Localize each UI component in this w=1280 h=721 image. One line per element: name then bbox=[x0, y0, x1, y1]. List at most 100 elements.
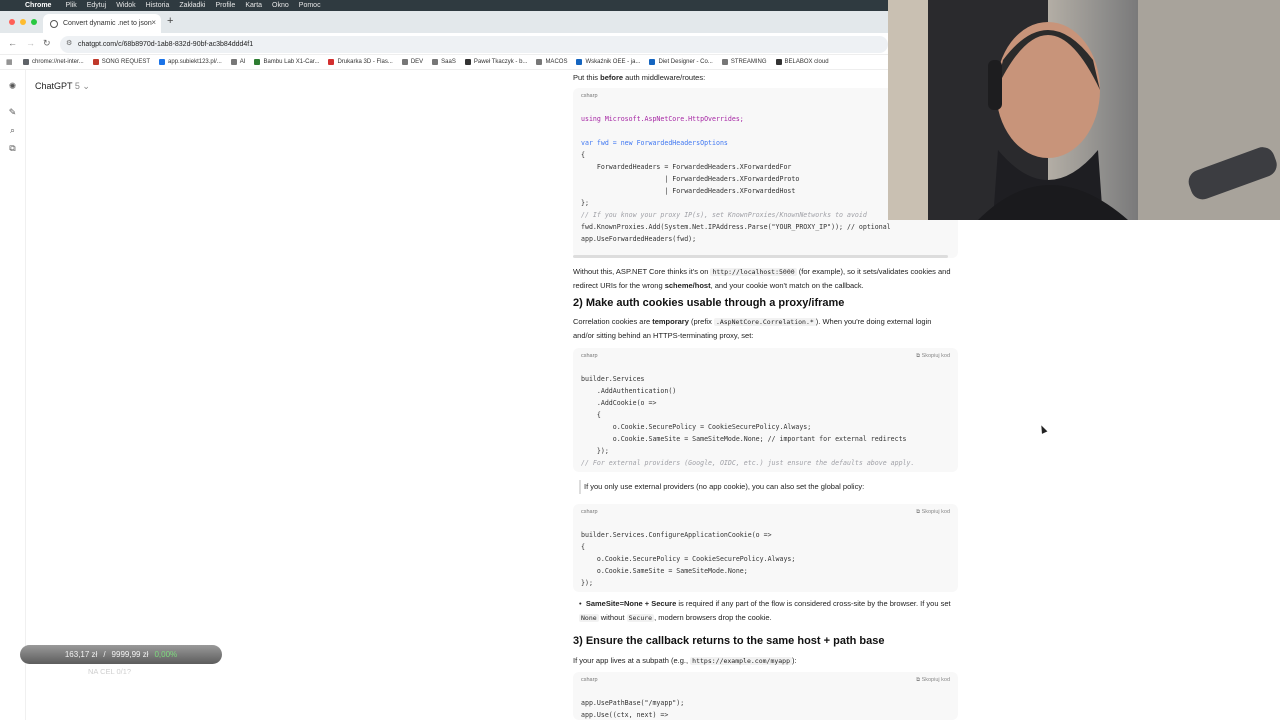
model-selector[interactable]: ChatGPT 5 ⌄ bbox=[35, 81, 90, 92]
horizontal-scrollbar[interactable] bbox=[573, 255, 948, 258]
code-content[interactable]: using Microsoft.AspNetCore.HttpOverrides… bbox=[581, 113, 891, 245]
openai-logo-icon[interactable]: ✺ bbox=[7, 81, 18, 92]
bookmark-icon bbox=[254, 59, 261, 65]
new-chat-icon[interactable]: ✎ bbox=[7, 107, 18, 118]
inline-code: http://localhost:5000 bbox=[710, 268, 797, 276]
back-icon[interactable]: ← bbox=[8, 38, 17, 48]
bookmark-item[interactable]: SONG REQUEST bbox=[92, 59, 151, 65]
bookmark-item[interactable]: chrome://net-inter... bbox=[23, 59, 84, 65]
bookmark-item[interactable]: app.subiekt123.pl/... bbox=[159, 59, 222, 65]
goal-caption: NA CEL 0/1? bbox=[88, 667, 132, 676]
inline-code: https://example.com/myapp bbox=[690, 657, 793, 665]
text-span: is required if any part of the flow is c… bbox=[678, 599, 951, 608]
inline-code: None bbox=[579, 614, 599, 622]
bookmark-label: Wskaźnik OEE - ja... bbox=[585, 59, 641, 65]
code-content[interactable]: app.UsePathBase("/myapp"); app.Use((ctx,… bbox=[581, 697, 684, 721]
new-tab-icon[interactable]: + bbox=[167, 15, 173, 27]
bookmark-icon bbox=[649, 59, 656, 65]
goal-current-amount: 163,17 zł bbox=[64, 650, 98, 659]
url-text: chatgpt.com/c/68b8970d-1ab8-832d-90bf-ac… bbox=[78, 41, 254, 48]
code-language-label: csharp bbox=[581, 93, 598, 99]
message-paragraph: If your app lives at a subpath (e.g., ht… bbox=[573, 654, 953, 668]
bookmark-folder[interactable]: MACOS bbox=[536, 59, 567, 65]
bookmark-item[interactable]: Drukarka 3D - Flas... bbox=[328, 59, 393, 65]
bookmark-icon bbox=[576, 59, 583, 65]
text-span: without bbox=[600, 613, 625, 622]
chatgpt-favicon-icon bbox=[50, 19, 58, 28]
bookmarks-bar: ▦ chrome://net-inter... SONG REQUEST app… bbox=[0, 55, 888, 70]
bookmark-label: Drukarka 3D - Flas... bbox=[337, 59, 393, 65]
copy-code-button[interactable]: ⧉ Skopiuj kod bbox=[916, 353, 950, 360]
menu-pomoc[interactable]: Pomoc bbox=[299, 2, 321, 9]
menu-plik[interactable]: Plik bbox=[65, 2, 76, 9]
close-tab-icon[interactable]: × bbox=[151, 18, 156, 27]
browser-tab[interactable]: Convert dynamic .net to json × bbox=[43, 14, 161, 33]
bookmark-item[interactable]: Paweł Tkaczyk - b... bbox=[464, 59, 527, 65]
bookmark-label: BELABOX cloud bbox=[784, 59, 829, 65]
menu-app-name[interactable]: Chrome bbox=[25, 2, 51, 9]
site-info-icon[interactable]: ⚙ bbox=[66, 39, 72, 47]
bookmark-folder[interactable]: SaaS bbox=[432, 59, 456, 65]
library-icon[interactable]: ⧉ bbox=[7, 143, 18, 154]
menu-karta[interactable]: Karta bbox=[245, 2, 262, 9]
menu-profile[interactable]: Profile bbox=[215, 2, 235, 9]
inline-code: Secure bbox=[626, 614, 655, 622]
menu-historia[interactable]: Historia bbox=[146, 2, 170, 9]
code-block: csharp ⧉ Skopiuj kod builder.Services.Co… bbox=[573, 504, 958, 592]
text-span: Correlation cookies are bbox=[573, 317, 651, 326]
apps-grid-icon[interactable]: ▦ bbox=[6, 58, 16, 66]
code-language-label: csharp bbox=[581, 677, 598, 683]
folder-icon bbox=[432, 59, 439, 65]
copy-code-button[interactable]: ⧉ Skopiuj kod bbox=[916, 509, 950, 516]
url-field[interactable]: ⚙ chatgpt.com/c/68b8970d-1ab8-832d-90bf-… bbox=[60, 36, 888, 53]
text-span: auth middleware/routes: bbox=[625, 73, 706, 82]
text-span: Without this, ASP.NET Core thinks it's o… bbox=[573, 267, 709, 276]
reload-icon[interactable]: ↻ bbox=[43, 38, 51, 49]
zoom-window-button[interactable] bbox=[31, 19, 37, 25]
code-language-label: csharp bbox=[581, 509, 598, 515]
code-content[interactable]: builder.Services .AddAuthentication() .A… bbox=[581, 373, 914, 469]
menu-zakladki[interactable]: Zakładki bbox=[179, 2, 205, 9]
model-version: 5 bbox=[74, 81, 80, 91]
chevron-down-icon: ⌄ bbox=[82, 81, 90, 91]
blockquote-text: If you only use external providers (no a… bbox=[584, 482, 865, 491]
bookmark-item[interactable]: BELABOX cloud bbox=[775, 59, 829, 65]
menu-edytuj[interactable]: Edytuj bbox=[87, 2, 106, 9]
text-span: (prefix bbox=[691, 317, 712, 326]
text-span: ): bbox=[792, 656, 797, 665]
copy-code-label: Skopiuj kod bbox=[921, 677, 950, 683]
bookmark-item[interactable]: Diet Designer - Co... bbox=[649, 59, 713, 65]
bookmark-icon bbox=[775, 59, 782, 65]
bookmark-label: app.subiekt123.pl/... bbox=[168, 59, 222, 65]
copy-code-label: Skopiuj kod bbox=[921, 353, 950, 359]
bookmark-folder[interactable]: AI bbox=[230, 59, 246, 65]
bookmark-folder[interactable]: STREAMING bbox=[721, 59, 767, 65]
bookmark-label: chrome://net-inter... bbox=[32, 59, 84, 65]
bookmark-label: Bambu Lab X1-Car... bbox=[263, 59, 320, 65]
section-heading: 3) Ensure the callback returns to the sa… bbox=[573, 635, 885, 647]
bookmark-item[interactable]: Wskaźnik OEE - ja... bbox=[576, 59, 640, 65]
bookmark-label: STREAMING bbox=[730, 59, 767, 65]
minimize-window-button[interactable] bbox=[20, 19, 26, 25]
tab-title: Convert dynamic .net to json bbox=[63, 20, 152, 27]
menu-widok[interactable]: Widok bbox=[116, 2, 135, 9]
inline-code: .AspNetCore.Correlation.* bbox=[713, 318, 816, 326]
text-span: Put this bbox=[573, 73, 599, 82]
folder-icon bbox=[401, 59, 408, 65]
bookmark-label: SONG REQUEST bbox=[101, 59, 151, 65]
folder-icon bbox=[536, 59, 543, 65]
bookmark-folder[interactable]: DEV bbox=[401, 59, 423, 65]
goal-separator: / bbox=[103, 650, 106, 659]
text-span: , and your cookie won't match on the cal… bbox=[710, 281, 864, 290]
forward-icon[interactable]: → bbox=[26, 38, 35, 48]
bookmark-label: AI bbox=[239, 59, 246, 65]
bookmark-item[interactable]: Bambu Lab X1-Car... bbox=[254, 59, 319, 65]
code-content[interactable]: builder.Services.ConfigureApplicationCoo… bbox=[581, 529, 795, 589]
close-window-button[interactable] bbox=[9, 19, 15, 25]
bookmark-label: MACOS bbox=[545, 59, 568, 65]
code-block: csharp ⧉ Skopiuj kod builder.Services .A… bbox=[573, 348, 958, 472]
copy-code-button[interactable]: ⧉ Skopiuj kod bbox=[916, 677, 950, 684]
search-icon[interactable]: ⌕ bbox=[7, 125, 18, 136]
bookmark-icon bbox=[328, 59, 335, 65]
menu-okno[interactable]: Okno bbox=[272, 2, 289, 9]
